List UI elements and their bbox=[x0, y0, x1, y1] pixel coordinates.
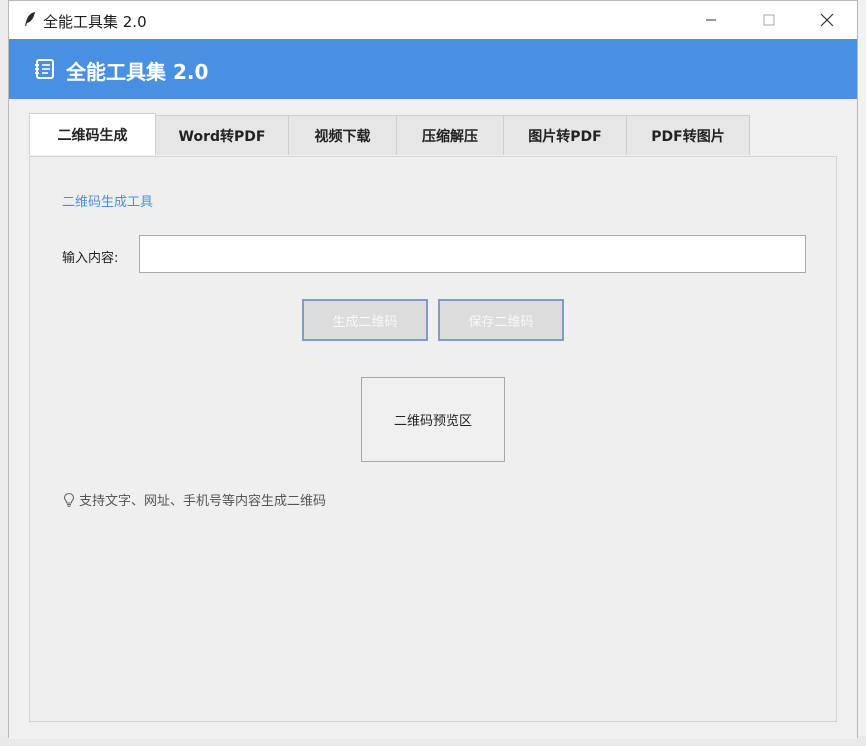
lightbulb-icon bbox=[62, 492, 76, 508]
minimize-button[interactable] bbox=[682, 1, 740, 39]
qr-panel: 二维码生成工具 输入内容: 生成二维码 保存二维码 二维码预览区 支持文字、网址… bbox=[29, 156, 837, 722]
tab-word-to-pdf[interactable]: Word转PDF bbox=[155, 115, 289, 155]
background-right bbox=[858, 0, 866, 746]
content-input[interactable] bbox=[139, 235, 806, 273]
tab-image-to-pdf[interactable]: 图片转PDF bbox=[503, 115, 627, 155]
hint: 支持文字、网址、手机号等内容生成二维码 bbox=[62, 490, 326, 509]
header-title: 全能工具集 2.0 bbox=[66, 60, 209, 84]
main-content: 二维码生成 Word转PDF 视频下载 压缩解压 图片转PDF PDF转图片 二… bbox=[9, 99, 857, 739]
section-title: 二维码生成工具 bbox=[62, 195, 154, 210]
tab-bar: 二维码生成 Word转PDF 视频下载 压缩解压 图片转PDF PDF转图片 bbox=[29, 113, 750, 155]
maximize-button[interactable] bbox=[740, 1, 798, 39]
preview-label: 二维码预览区 bbox=[393, 414, 472, 429]
notebook-icon bbox=[34, 58, 56, 80]
tab-qr-generate[interactable]: 二维码生成 bbox=[29, 113, 156, 155]
save-qr-button[interactable]: 保存二维码 bbox=[438, 299, 564, 341]
hint-text: 支持文字、网址、手机号等内容生成二维码 bbox=[79, 494, 327, 509]
feather-icon bbox=[21, 10, 39, 28]
input-label: 输入内容: bbox=[62, 251, 119, 266]
tab-compress[interactable]: 压缩解压 bbox=[396, 115, 504, 155]
close-button[interactable] bbox=[798, 1, 856, 39]
tab-pdf-to-image[interactable]: PDF转图片 bbox=[626, 115, 750, 155]
app-window: 全能工具集 2.0 全能工具集 2.0 二维码生成 Word转PDF 视频下载 … bbox=[8, 0, 858, 739]
qr-preview-area: 二维码预览区 bbox=[361, 377, 505, 462]
tab-video-download[interactable]: 视频下载 bbox=[288, 115, 397, 155]
background-left bbox=[0, 0, 8, 746]
app-header: 全能工具集 2.0 bbox=[9, 39, 857, 99]
window-title: 全能工具集 2.0 bbox=[43, 13, 147, 31]
title-bar[interactable]: 全能工具集 2.0 bbox=[9, 1, 857, 39]
generate-qr-button[interactable]: 生成二维码 bbox=[302, 299, 428, 341]
